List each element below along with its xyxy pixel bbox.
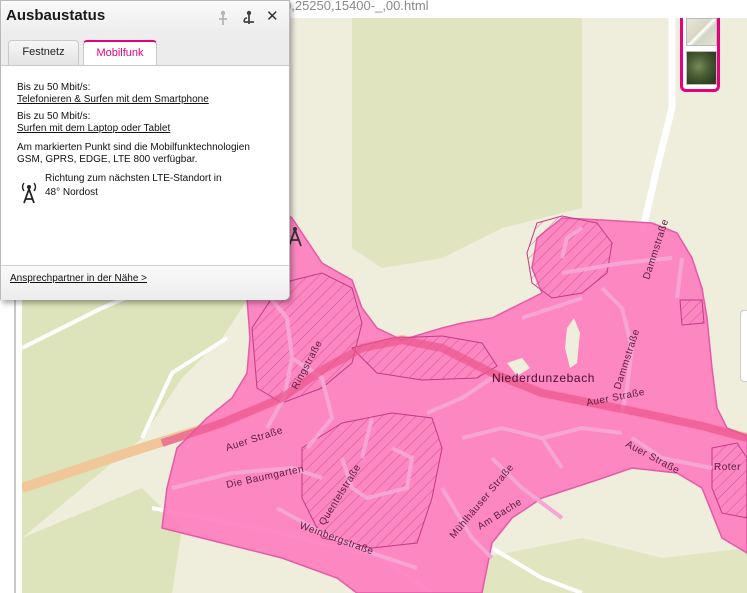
contact-nearby-link[interactable]: Ansprechpartner in der Nähe >	[10, 273, 147, 284]
left-window-border	[14, 300, 16, 593]
map-layer-switcher	[680, 18, 720, 92]
offer-speed: Bis zu 50 Mbit/s:	[17, 111, 91, 122]
antenna-icon	[21, 182, 37, 204]
offer-speed: Bis zu 50 Mbit/s:	[17, 82, 91, 93]
lte-direction-value: 48° Nordost	[45, 187, 98, 198]
technology-note-line: Am markierten Punkt sind die Mobilfunkte…	[17, 142, 250, 153]
offer-link-laptop[interactable]: Surfen mit dem Laptop oder Tablet	[17, 123, 170, 135]
tab-festnetz[interactable]: Festnetz	[8, 40, 79, 65]
close-icon[interactable]: ✕	[266, 8, 279, 26]
panel-tabs: Festnetz Mobilfunk	[1, 35, 289, 66]
panel-footer: Ansprechpartner in der Nähe >	[1, 265, 289, 300]
lte-direction-line: Richtung zum nächsten LTE-Standort in	[45, 173, 222, 184]
offer-link-smartphone[interactable]: Telefonieren & Surfen mit dem Smartphone	[17, 94, 209, 106]
satellite-thumbnail[interactable]	[686, 51, 717, 85]
panel-body: Bis zu 50 Mbit/s: Telefonieren & Surfen …	[1, 65, 289, 266]
hatched-zone	[679, 299, 705, 326]
address-bar-url: 0,25250,15400-_,00.html	[284, 0, 429, 13]
right-side-handle[interactable]	[740, 310, 747, 382]
street-label-roter: Roter	[714, 462, 741, 473]
map-thumbnail[interactable]	[686, 18, 717, 46]
place-label-niederdunzebach: Niederdunzebach	[492, 371, 595, 385]
panel-header: Ausbaustatus ✕	[1, 1, 289, 35]
tab-mobilfunk[interactable]: Mobilfunk	[83, 40, 157, 66]
pin-off-icon[interactable]	[215, 10, 231, 26]
ausbaustatus-panel: Ausbaustatus ✕ Festnetz Mobilfunk Bis zu…	[0, 0, 290, 300]
technology-note-line: GSM, GPRS, EDGE, LTE 800 verfügbar.	[17, 154, 198, 165]
pin-icon[interactable]	[241, 10, 257, 26]
panel-title: Ausbaustatus	[6, 7, 106, 24]
